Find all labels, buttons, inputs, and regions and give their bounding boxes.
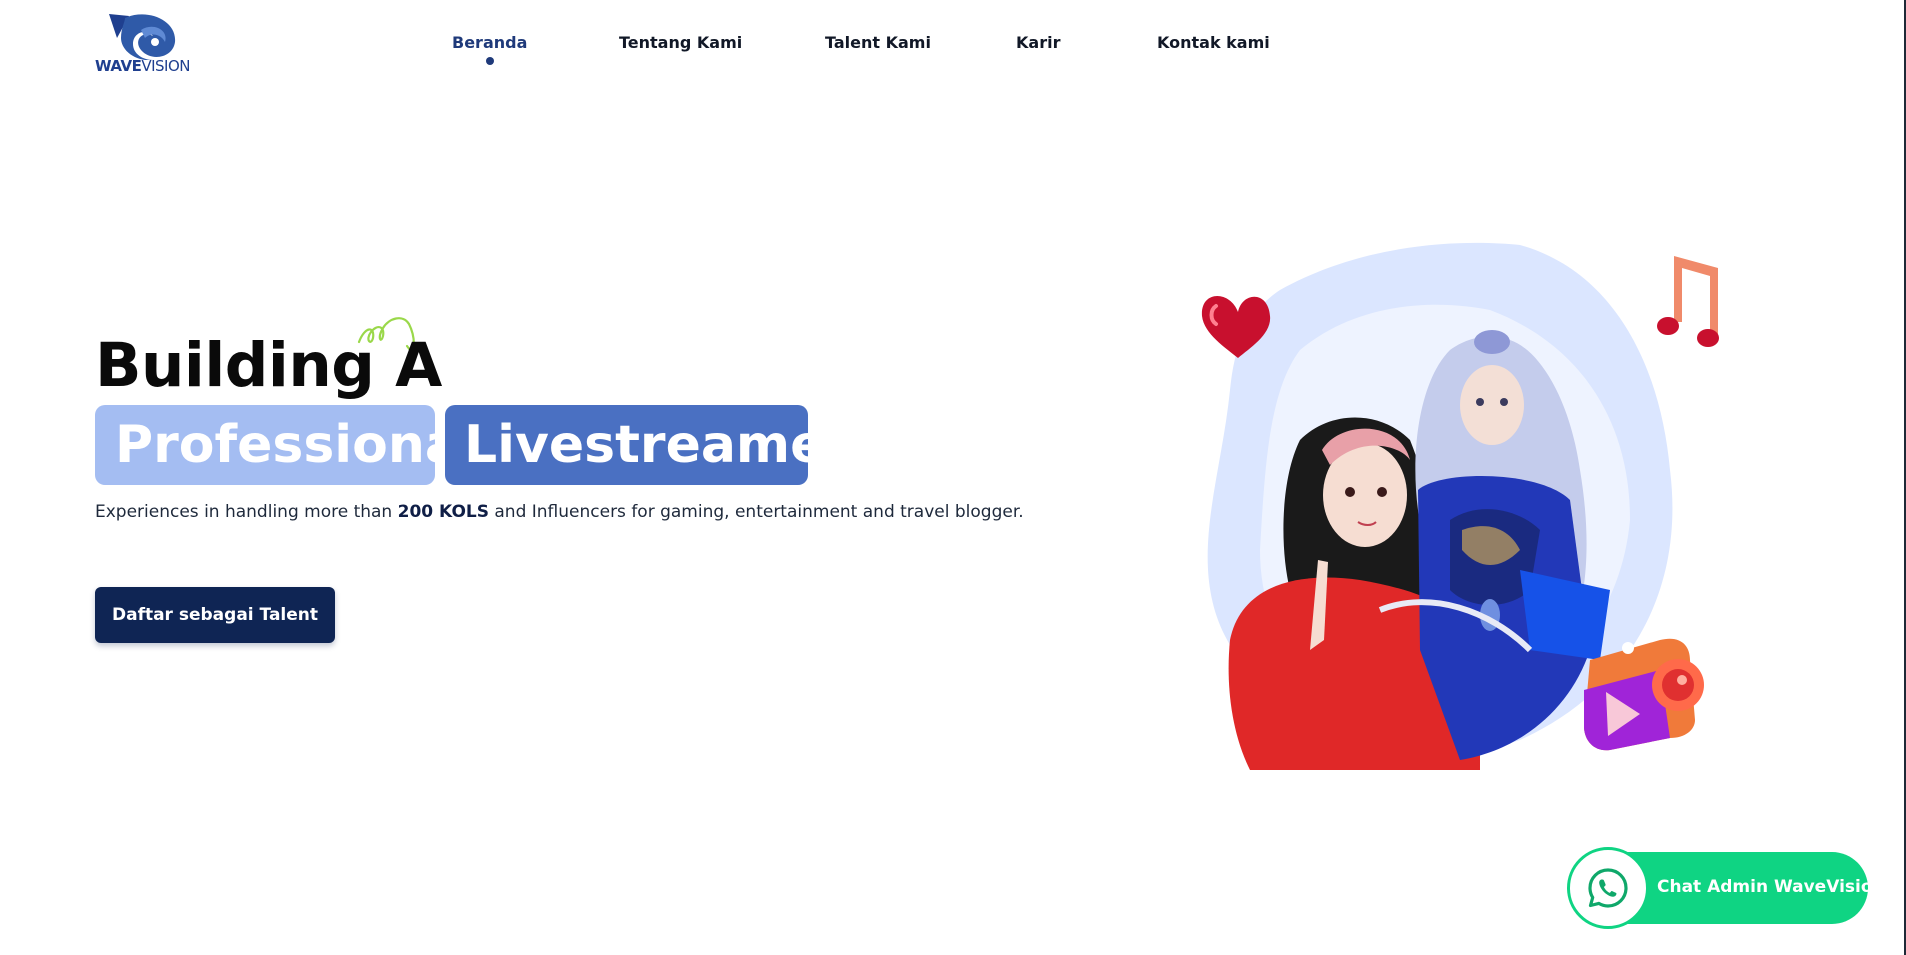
logo-text: WAVEVISION bbox=[95, 57, 190, 75]
nav-item-beranda[interactable]: Beranda bbox=[452, 33, 528, 65]
nav-item-karir[interactable]: Karir bbox=[1016, 33, 1060, 52]
kols-count: 200 KOLS bbox=[397, 502, 489, 522]
nav-label: Karir bbox=[1016, 33, 1061, 52]
nav-label: Talent Kami bbox=[825, 33, 931, 52]
chat-admin-label[interactable]: Chat Admin WaveVision bbox=[1657, 877, 1885, 897]
nav-label: Tentang Kami bbox=[619, 33, 743, 52]
main-nav: Beranda Tentang Kami Talent Kami Karir K… bbox=[0, 33, 1906, 65]
music-note-icon bbox=[1657, 256, 1719, 347]
nav-label: Kontak kami bbox=[1157, 33, 1270, 52]
active-indicator-dot bbox=[485, 57, 494, 65]
hero-illustration bbox=[1201, 242, 1719, 770]
hero-tag-professional: Professional bbox=[95, 405, 478, 485]
whatsapp-icon bbox=[1588, 868, 1628, 908]
nav-label: Beranda bbox=[452, 33, 528, 52]
nav-item-tentang-kami[interactable]: Tentang Kami bbox=[619, 33, 742, 52]
register-talent-button[interactable]: Daftar sebagai Talent bbox=[95, 587, 335, 643]
whatsapp-icon-badge[interactable] bbox=[1567, 847, 1649, 929]
nav-item-talent-kami[interactable]: Talent Kami bbox=[825, 33, 931, 52]
hero-tag-livestreamer: Livestreamer bbox=[445, 405, 851, 485]
hero-subtitle: Experiences in handling more than 200 KO… bbox=[95, 502, 1024, 522]
hero-title: Building A bbox=[95, 330, 442, 401]
nav-item-kontak-kami[interactable]: Kontak kami bbox=[1157, 33, 1270, 52]
